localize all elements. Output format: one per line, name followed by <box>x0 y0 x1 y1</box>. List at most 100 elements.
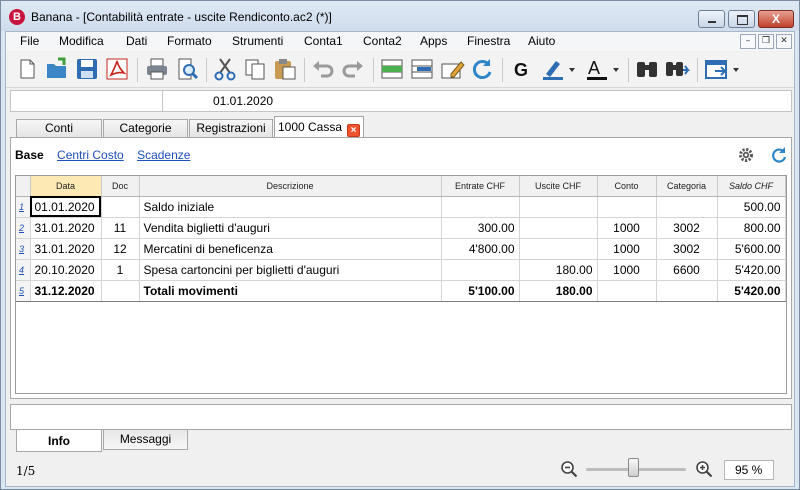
column-header-saldo[interactable]: Saldo CHF <box>717 176 786 197</box>
column-header-doc[interactable]: Doc <box>101 176 140 197</box>
tab-categorie[interactable]: Categorie <box>103 119 188 138</box>
highlight-color-icon[interactable] <box>540 56 576 82</box>
bold-icon[interactable]: G <box>508 56 534 82</box>
cell-descrizione[interactable]: Totali movimenti <box>139 280 442 302</box>
tab-1000-cassa[interactable]: 1000 Cassa × <box>274 116 364 138</box>
column-header-data[interactable]: Data <box>30 176 102 197</box>
print-preview-icon[interactable] <box>174 56 200 82</box>
cell-doc[interactable]: 11 <box>101 217 140 239</box>
menu-strumenti[interactable]: Strumenti <box>232 34 283 48</box>
tab-messaggi[interactable]: Messaggi <box>103 430 188 450</box>
cell-saldo[interactable]: 5'420.00 <box>717 280 786 302</box>
print-icon[interactable] <box>144 56 170 82</box>
cell-address[interactable] <box>11 91 163 111</box>
menu-aiuto[interactable]: Aiuto <box>528 34 555 48</box>
row-number[interactable]: 1 <box>16 196 31 218</box>
cell-doc[interactable]: 12 <box>101 238 140 260</box>
cell-conto[interactable]: 1000 <box>597 217 657 239</box>
refresh-icon[interactable] <box>770 146 788 164</box>
menu-finestra[interactable]: Finestra <box>467 34 510 48</box>
delete-rows-icon[interactable] <box>409 56 435 82</box>
view-scadenze[interactable]: Scadenze <box>137 148 190 162</box>
cell-saldo[interactable]: 500.00 <box>717 196 786 218</box>
find-next-icon[interactable] <box>664 56 690 82</box>
cell-data[interactable]: 01.01.2020 <box>30 196 102 218</box>
zoom-in-icon[interactable] <box>695 460 713 478</box>
mdi-minimize-icon[interactable]: – <box>740 34 756 49</box>
cell-uscite[interactable] <box>519 238 598 260</box>
cell-descrizione[interactable]: Vendita biglietti d'auguri <box>139 217 442 239</box>
maximize-button[interactable] <box>728 10 755 28</box>
menu-formato[interactable]: Formato <box>167 34 212 48</box>
cell-bar[interactable]: 01.01.2020 <box>10 90 792 112</box>
cell-categoria[interactable]: 3002 <box>656 238 718 260</box>
cell-doc[interactable]: 1 <box>101 259 140 281</box>
column-header-conto[interactable]: Conto <box>597 176 657 197</box>
zoom-level-field[interactable]: 95 % <box>724 460 774 480</box>
menu-file[interactable]: File <box>20 34 39 48</box>
cell-conto[interactable] <box>597 280 657 302</box>
paste-icon[interactable] <box>272 56 298 82</box>
cell-data[interactable]: 20.10.2020 <box>30 259 102 281</box>
title-bar[interactable]: B Banana - [Contabilità entrate - uscite… <box>1 1 799 31</box>
cell-categoria[interactable]: 3002 <box>656 217 718 239</box>
cell-entrate[interactable]: 4'800.00 <box>441 238 520 260</box>
cell-descrizione[interactable]: Mercatini di beneficenza <box>139 238 442 260</box>
view-base[interactable]: Base <box>15 148 44 162</box>
cell-entrate[interactable]: 5'100.00 <box>441 280 520 302</box>
recalculate-icon[interactable] <box>469 56 495 82</box>
find-icon[interactable] <box>634 56 660 82</box>
cut-icon[interactable] <box>212 56 238 82</box>
cell-entrate[interactable] <box>441 196 520 218</box>
row-number[interactable]: 2 <box>16 217 31 239</box>
copy-icon[interactable] <box>242 56 268 82</box>
cell-doc[interactable] <box>101 280 140 302</box>
cell-categoria[interactable]: 6600 <box>656 259 718 281</box>
cell-entrate[interactable] <box>441 259 520 281</box>
tab-info[interactable]: Info <box>16 430 102 452</box>
column-header-uscite[interactable]: Uscite CHF <box>519 176 598 197</box>
mdi-restore-icon[interactable]: ❐ <box>758 34 774 49</box>
cell-uscite[interactable]: 180.00 <box>519 280 598 302</box>
tab-conti[interactable]: Conti <box>16 119 102 138</box>
row-number[interactable]: 5 <box>16 280 31 302</box>
cell-data[interactable]: 31.01.2020 <box>30 238 102 260</box>
text-color-icon[interactable]: A <box>584 56 620 82</box>
cell-data[interactable]: 31.12.2020 <box>30 280 102 302</box>
cell-saldo[interactable]: 800.00 <box>717 217 786 239</box>
cell-value[interactable]: 01.01.2020 <box>213 94 273 108</box>
cell-descrizione[interactable]: Saldo iniziale <box>139 196 442 218</box>
cell-doc[interactable] <box>101 196 140 218</box>
cell-saldo[interactable]: 5'600.00 <box>717 238 786 260</box>
add-rows-icon[interactable] <box>379 56 405 82</box>
window-switch-icon[interactable] <box>703 56 743 82</box>
close-window-button[interactable]: X <box>758 10 794 28</box>
menu-apps[interactable]: Apps <box>420 34 447 48</box>
new-file-icon[interactable] <box>14 56 40 82</box>
menu-dati[interactable]: Dati <box>126 34 147 48</box>
cell-conto[interactable] <box>597 196 657 218</box>
pdf-icon[interactable] <box>104 56 130 82</box>
column-header-entrate[interactable]: Entrate CHF <box>441 176 520 197</box>
cell-uscite[interactable] <box>519 217 598 239</box>
zoom-out-icon[interactable] <box>560 460 578 478</box>
cell-uscite[interactable] <box>519 196 598 218</box>
view-centri-costo[interactable]: Centri Costo <box>57 148 124 162</box>
column-header-descrizione[interactable]: Descrizione <box>139 176 442 197</box>
cell-uscite[interactable]: 180.00 <box>519 259 598 281</box>
cell-categoria[interactable] <box>656 196 718 218</box>
cell-entrate[interactable]: 300.00 <box>441 217 520 239</box>
menu-conta1[interactable]: Conta1 <box>304 34 343 48</box>
settings-gear-icon[interactable] <box>737 146 755 164</box>
menu-modifica[interactable]: Modifica <box>59 34 104 48</box>
edit-row-icon[interactable] <box>439 56 465 82</box>
undo-icon[interactable] <box>310 56 336 82</box>
cell-data[interactable]: 31.01.2020 <box>30 217 102 239</box>
cell-conto[interactable]: 1000 <box>597 238 657 260</box>
row-number[interactable]: 3 <box>16 238 31 260</box>
minimize-button[interactable] <box>698 10 725 28</box>
mdi-close-icon[interactable]: ✕ <box>776 34 792 49</box>
tab-registrazioni[interactable]: Registrazioni <box>189 119 273 138</box>
menu-conta2[interactable]: Conta2 <box>363 34 402 48</box>
close-tab-icon[interactable]: × <box>347 124 361 137</box>
